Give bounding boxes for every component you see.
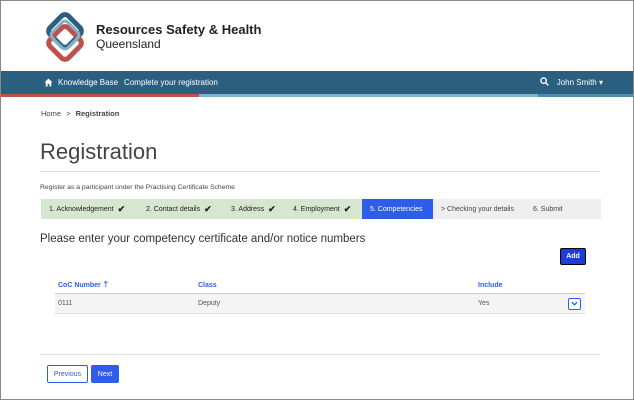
step-label: 1. Acknowledgement [49, 205, 114, 213]
table-header: CoC Number 🡑 Class Include [55, 278, 585, 294]
brand-stripe-teal [538, 94, 633, 97]
brand-stripe-red [1, 94, 199, 97]
step-competencies[interactable]: 5. Competencies [362, 199, 433, 219]
step-label: 5. Competencies [370, 205, 423, 213]
intro-text: Register as a participant under the Prac… [40, 184, 235, 191]
brand[interactable]: Resources Safety & Health Queensland [40, 10, 261, 64]
step-checking-details[interactable]: > Checking your details [433, 199, 525, 219]
step-address[interactable]: 3. Address ✔ [223, 199, 285, 219]
breadcrumb-separator: > [66, 109, 71, 118]
footer-divider [40, 354, 600, 355]
home-icon[interactable] [44, 78, 53, 87]
chevron-down-icon[interactable] [568, 297, 581, 310]
check-icon: ✔ [204, 203, 212, 214]
sort-up-icon: 🡑 [103, 279, 108, 289]
nav-complete-registration[interactable]: Complete your registration [124, 78, 218, 87]
brand-subtitle: Queensland [96, 36, 161, 51]
top-navbar: Knowledge Base Complete your registratio… [1, 71, 633, 94]
title-divider [40, 171, 600, 172]
col-coc-number[interactable]: CoC Number 🡑 [55, 279, 198, 293]
user-menu[interactable]: John Smith ▾ [557, 78, 603, 87]
chevron-down-icon: ▾ [598, 78, 603, 87]
col-class[interactable]: Class [198, 282, 478, 289]
cell-coc: 0111 [58, 300, 73, 307]
step-label: 3. Address [231, 205, 265, 213]
check-icon: ✔ [117, 203, 126, 214]
breadcrumb-home[interactable]: Home [41, 109, 61, 118]
cell-class: Deputy [198, 300, 221, 307]
step-label: 6. Submit [533, 205, 563, 213]
check-icon: ✔ [268, 203, 276, 214]
brand-title: Resources Safety & Health [96, 21, 262, 37]
progress-steps: 1. Acknowledgement ✔ 2. Contact details ✔ … [41, 199, 601, 219]
user-name: John Smith [556, 78, 597, 87]
page-title: Registration [40, 139, 158, 164]
rshq-logo-icon [46, 12, 84, 62]
step-employment[interactable]: 4. Employment ✔ [285, 199, 362, 219]
add-button[interactable]: Add [560, 248, 586, 265]
brand-stripe-light [199, 94, 538, 97]
breadcrumb-current: Registration [75, 109, 120, 118]
previous-button[interactable]: Previous [47, 365, 88, 383]
step-submit[interactable]: 6. Submit [525, 199, 601, 219]
next-button[interactable]: Next [91, 365, 119, 383]
step-label: 4. Employment [293, 205, 340, 213]
col-include[interactable]: Include [478, 282, 568, 289]
cell-include: Yes [478, 300, 490, 307]
step-contact-details[interactable]: 2. Contact details ✔ [138, 199, 223, 219]
step-label: 2. Contact details [146, 205, 201, 213]
competency-table: CoC Number 🡑 Class Include 0111 Deputy Y… [55, 278, 585, 314]
check-icon: ✔ [343, 203, 352, 214]
section-heading: Please enter your competency certificate… [40, 233, 366, 245]
table-row[interactable]: 0111 Deputy Yes [55, 294, 585, 314]
search-icon[interactable] [539, 77, 549, 88]
step-label: > Checking your details [441, 205, 514, 213]
step-acknowledgement[interactable]: 1. Acknowledgement ✔ [41, 199, 138, 219]
breadcrumb: Home > Registration [41, 109, 119, 118]
nav-knowledge-base[interactable]: Knowledge Base [58, 78, 118, 87]
col-label: CoC Number [58, 282, 101, 289]
